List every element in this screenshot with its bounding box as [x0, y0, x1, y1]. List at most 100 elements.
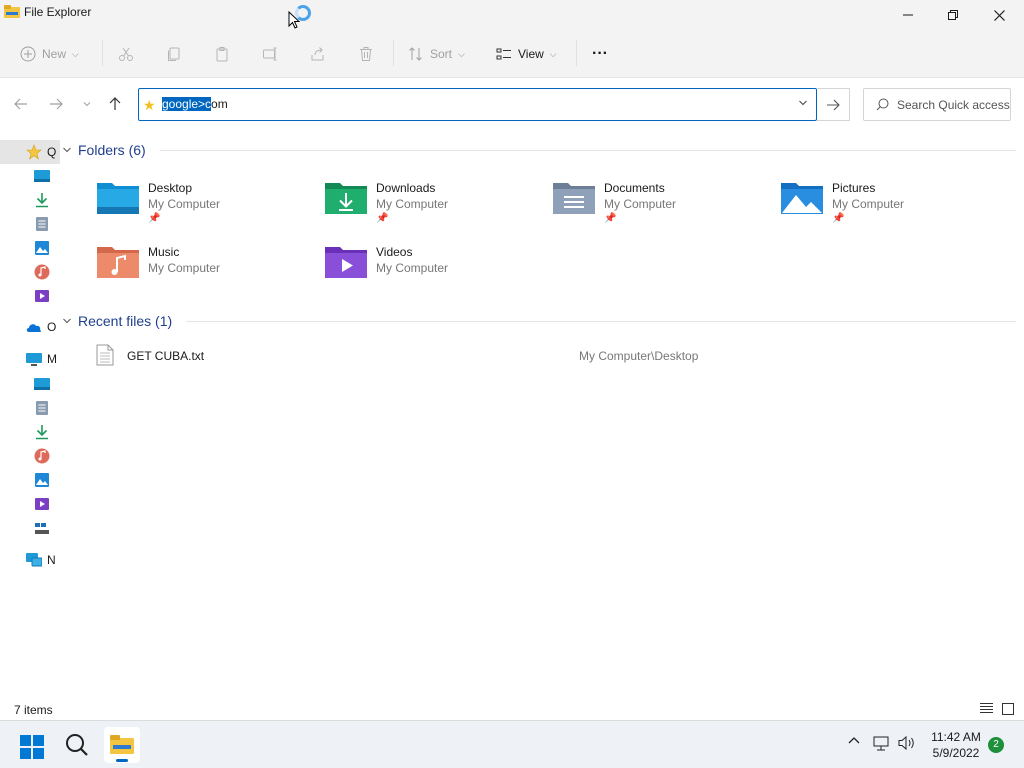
cut-button[interactable] [118, 40, 134, 68]
documents-icon [36, 401, 48, 415]
item-count: 7 items [14, 703, 53, 717]
view-button[interactable]: View ⌵ [496, 40, 557, 68]
go-button[interactable] [817, 88, 850, 121]
recent-file-row[interactable]: GET CUBA.txt My Computer\Desktop [92, 342, 992, 370]
folder-location: My Computer [376, 261, 449, 275]
restore-button[interactable] [930, 0, 976, 30]
back-button[interactable] [11, 95, 31, 113]
navigation-pane: Q O M N [0, 130, 60, 700]
sidebar-item-downloads[interactable] [0, 188, 60, 212]
folder-tile-music[interactable]: Music My Computer [96, 241, 316, 293]
sidebar-item-this-pc[interactable]: M [0, 347, 60, 371]
notification-badge[interactable]: 2 [988, 737, 1004, 753]
folder-tile-desktop[interactable]: Desktop My Computer 📌 [96, 177, 316, 229]
folder-tile-downloads[interactable]: Downloads My Computer 📌 [324, 177, 544, 229]
sort-icon [409, 47, 422, 61]
taskbar-file-explorer-button[interactable] [104, 727, 140, 763]
sidebar-item-label: M [47, 352, 57, 366]
up-button[interactable] [105, 95, 125, 113]
plus-circle-icon [20, 46, 36, 62]
new-label: New [42, 47, 67, 61]
address-row: ★ google>com Search Quick access [0, 78, 1024, 130]
documents-icon [36, 217, 48, 231]
sidebar-item-downloads[interactable] [0, 420, 60, 444]
recent-files-group-header[interactable]: Recent files (1) [62, 313, 1016, 329]
sidebar-item-videos[interactable] [0, 284, 60, 308]
folder-tile-videos[interactable]: Videos My Computer [324, 241, 544, 293]
videos-icon [35, 290, 49, 302]
chevron-down-icon [63, 147, 71, 153]
address-selected-text: google>c [162, 97, 212, 111]
search-box[interactable]: Search Quick access [863, 88, 1011, 121]
arrow-right-icon [827, 99, 840, 110]
sidebar-item-desktop[interactable] [0, 372, 60, 396]
more-icon: ··· [592, 45, 608, 62]
folder-location: My Computer [604, 197, 677, 211]
sidebar-item-onedrive[interactable]: O [0, 315, 60, 339]
sidebar-item-pictures[interactable] [0, 468, 60, 492]
address-text[interactable]: google>com [162, 97, 228, 111]
view-list-icon [496, 48, 511, 60]
folder-tile-pictures[interactable]: Pictures My Computer 📌 [780, 177, 1000, 229]
star-icon [26, 144, 42, 160]
details-view-button[interactable] [980, 702, 993, 717]
active-indicator [116, 759, 128, 762]
new-button[interactable]: New ⌵ [20, 40, 79, 68]
sidebar-item-music[interactable] [0, 260, 60, 284]
forward-button[interactable] [46, 95, 66, 113]
trash-icon [360, 47, 372, 61]
delete-button[interactable] [358, 40, 374, 68]
sort-button[interactable]: Sort ⌵ [408, 40, 465, 68]
clock[interactable]: 11:42 AM 5/9/2022 [924, 729, 988, 761]
divider [102, 40, 103, 66]
documents-folder-icon [553, 183, 595, 214]
pictures-icon [35, 473, 49, 487]
sidebar-item-pictures[interactable] [0, 236, 60, 260]
pin-icon: 📌 [604, 213, 617, 224]
folder-name: Downloads [376, 181, 436, 195]
copy-button[interactable] [166, 40, 182, 68]
restore-icon [948, 10, 958, 20]
large-icons-view-button[interactable] [1002, 703, 1014, 715]
sidebar-item-local-disk[interactable] [0, 516, 60, 540]
recent-locations-button[interactable] [77, 95, 97, 113]
videos-folder-icon [325, 247, 367, 278]
folders-group-header[interactable]: Folders (6) [62, 142, 1016, 158]
file-explorer-icon [4, 5, 20, 18]
view-label: View [518, 47, 544, 61]
rename-button[interactable] [262, 40, 278, 68]
minimize-button[interactable] [885, 0, 931, 30]
folder-name: Music [148, 245, 180, 259]
arrow-up-icon [109, 97, 121, 110]
address-dropdown-button[interactable] [798, 98, 808, 111]
show-hidden-icons-button[interactable] [848, 735, 860, 750]
sidebar-item-quick-access[interactable]: Q [0, 140, 60, 164]
sidebar-item-desktop[interactable] [0, 164, 60, 188]
windows-start-icon[interactable] [20, 735, 44, 759]
sidebar-item-network[interactable]: N [0, 548, 60, 572]
chevron-down-icon: ⌵ [72, 48, 79, 59]
paste-button[interactable] [214, 40, 230, 68]
close-button[interactable] [976, 0, 1022, 30]
address-bar[interactable]: ★ google>com [138, 88, 817, 121]
network-icon[interactable] [873, 736, 891, 752]
more-options-button[interactable]: ··· [592, 40, 608, 68]
folder-name: Pictures [832, 181, 876, 195]
sidebar-item-documents[interactable] [0, 396, 60, 420]
sidebar-item-music[interactable] [0, 444, 60, 468]
text-file-icon [96, 344, 114, 366]
sidebar-item-videos[interactable] [0, 492, 60, 516]
desktop-folder-icon [97, 183, 139, 214]
search-icon[interactable] [65, 733, 89, 757]
volume-icon[interactable] [898, 735, 916, 754]
taskbar: 11:42 AM 5/9/2022 2 [0, 720, 1024, 768]
chevron-down-icon [83, 102, 91, 107]
title-bar: File Explorer [0, 0, 1024, 30]
rename-icon [263, 47, 277, 61]
content-pane: Folders (6) Desktop My Computer 📌 Downlo… [62, 130, 1024, 700]
pin-icon: 📌 [832, 213, 845, 224]
folder-location: My Computer [376, 197, 449, 211]
share-button[interactable] [310, 40, 326, 68]
folder-tile-documents[interactable]: Documents My Computer 📌 [552, 177, 772, 229]
sidebar-item-documents[interactable] [0, 212, 60, 236]
